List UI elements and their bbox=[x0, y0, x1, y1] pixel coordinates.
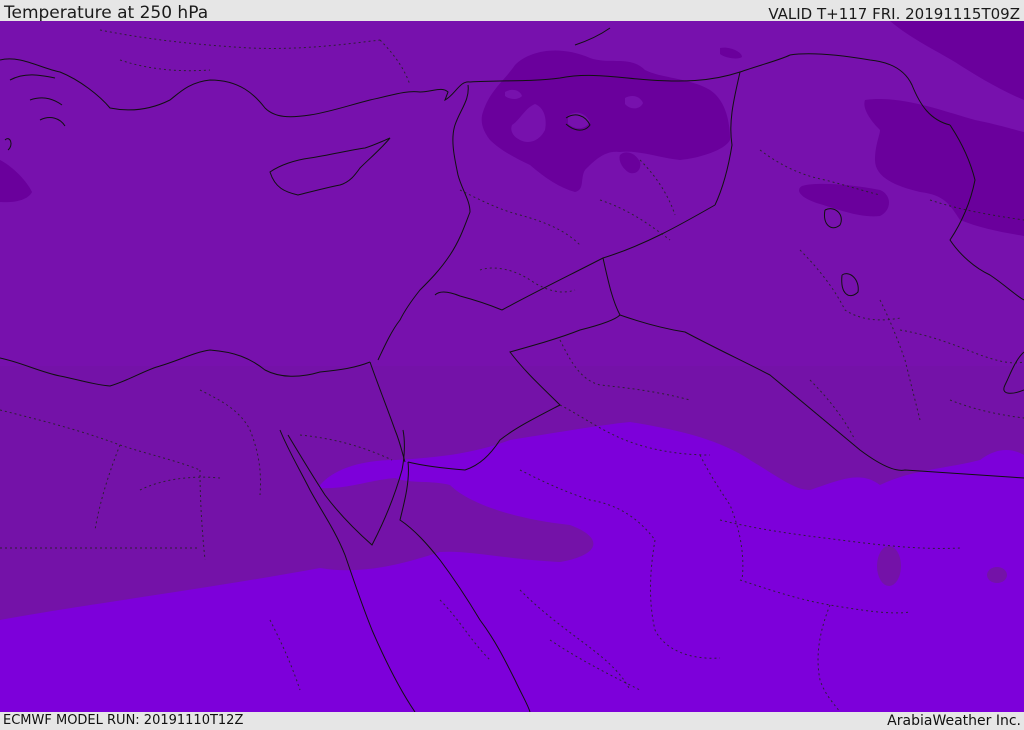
header-bar: Temperature at 250 hPa VALID T+117 FRI. … bbox=[0, 0, 1024, 23]
brand-label: ArabiaWeather Inc. bbox=[887, 713, 1021, 729]
map-title: Temperature at 250 hPa bbox=[4, 3, 209, 23]
footer-bar: ECMWF MODEL RUN: 20191110T12Z ArabiaWeat… bbox=[0, 712, 1024, 729]
lake-east bbox=[987, 567, 1007, 583]
map-canvas bbox=[0, 21, 1024, 712]
weather-map[interactable] bbox=[0, 21, 1024, 712]
model-run-label: ECMWF MODEL RUN: 20191110T12Z bbox=[3, 713, 244, 728]
lake-south bbox=[877, 546, 901, 586]
